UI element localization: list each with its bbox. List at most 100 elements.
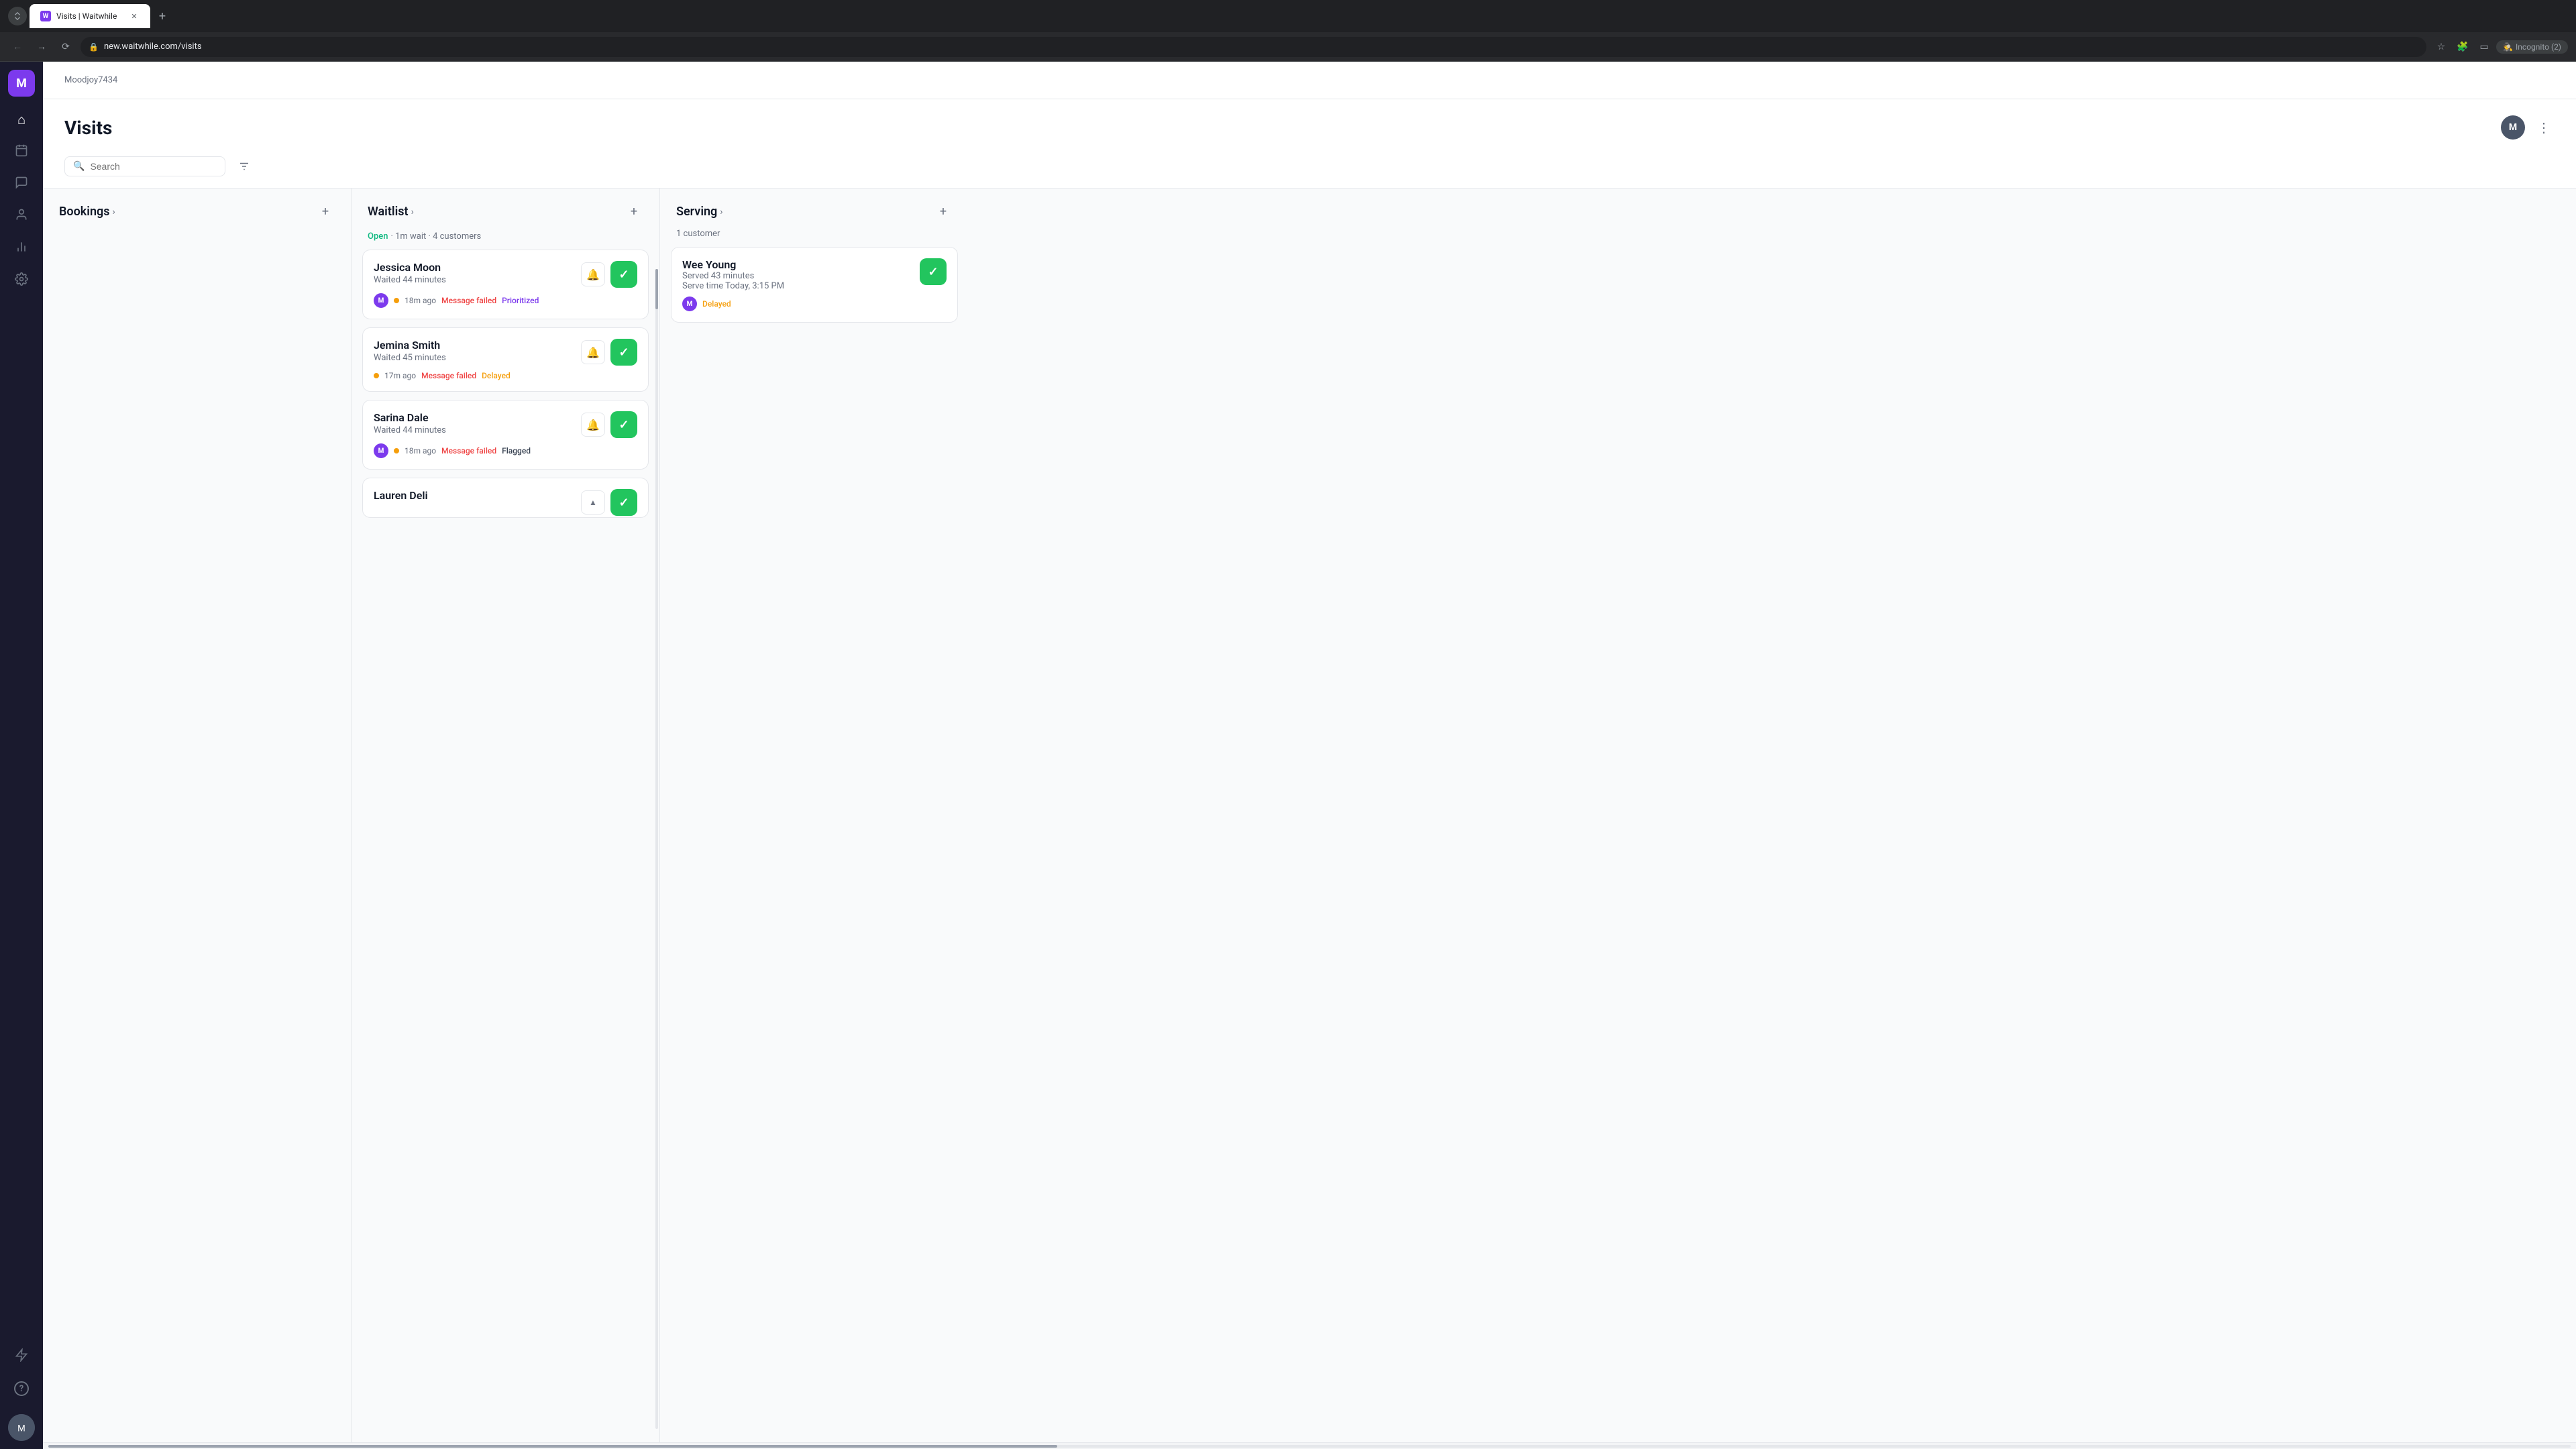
browser-actions: ☆ 🧩 ▭ 🕵 Incognito (2) [2432,38,2568,56]
serving-column-header: Serving › + [660,189,969,229]
url-display: new.waitwhile.com/visits [104,42,2418,52]
visit-waited: Waited 44 minutes [374,275,446,285]
meta-message-status-jessica: Message failed [441,296,496,305]
serving-column-title: Serving [676,205,717,219]
bookmark-button[interactable]: ☆ [2432,38,2451,56]
sidebar-item-lightning[interactable] [7,1342,36,1371]
address-bar-row: ← → ⟳ 🔒 new.waitwhile.com/visits ☆ 🧩 ▭ 🕵… [0,32,2576,62]
active-tab[interactable]: W Visits | Waitwhile ✕ [30,4,150,28]
check-button-jessica[interactable]: ✓ [610,261,637,288]
delay-dot-jemina [374,373,379,378]
visit-meta-jessica: M 18m ago Message failed Prioritized [374,293,637,308]
header-more-button[interactable]: ⋮ [2533,117,2555,138]
tab-switcher[interactable] [8,7,27,25]
sidebar-item-settings[interactable] [7,266,36,295]
filter-button[interactable] [233,156,255,177]
bookings-column-title: Bookings [59,205,110,219]
visit-card-sarina-header: Sarina Dale Waited 44 minutes 🔔 ✓ [374,411,637,438]
visit-card-jemina-smith[interactable]: Jemina Smith Waited 45 minutes 🔔 ✓ 17m a… [362,327,649,392]
serving-name-wee: Wee Young [682,258,784,271]
search-input[interactable] [90,161,217,172]
sidebar-item-help[interactable]: ? [7,1374,36,1403]
serving-add-button[interactable]: + [934,202,953,221]
browser-tabs: W Visits | Waitwhile ✕ + [8,0,172,32]
incognito-label: Incognito (2) [2516,42,2561,52]
topbar: Moodjoy7434 [43,62,2576,99]
bell-button-jessica[interactable]: 🔔 [581,262,605,286]
waitlist-title-wrap[interactable]: Waitlist › [368,205,414,219]
bookings-column-header: Bookings › + [43,189,351,229]
sidebar-logo[interactable]: M [8,70,35,97]
search-wrap: 🔍 [64,156,225,176]
serving-meta-wee: M Delayed [682,297,947,311]
search-bar: 🔍 [43,150,2576,189]
chat-icon [15,176,28,193]
visit-actions-lauren: ▲ ✓ [581,489,637,516]
bookings-add-button[interactable]: + [316,202,335,221]
serving-status: 1 customer [660,229,969,247]
bell-button-sarina[interactable]: 🔔 [581,413,605,437]
bell-button-lauren[interactable]: ▲ [581,490,605,515]
main-content: Moodjoy7434 Visits M ⋮ 🔍 [43,62,2576,1449]
waitlist-column-content: Jessica Moon Waited 44 minutes 🔔 ✓ M [352,250,659,1442]
visit-actions: 🔔 ✓ [581,261,637,288]
delay-dot-sarina [394,448,399,453]
serving-actions-wee: ✓ [920,258,947,285]
address-bar[interactable]: 🔒 new.waitwhile.com/visits [80,37,2426,57]
incognito-icon: 🕵 [2503,42,2513,52]
sidebar-item-analytics[interactable] [7,233,36,263]
bell-button-jemina[interactable]: 🔔 [581,340,605,364]
bottom-scrollbar [43,1442,2576,1449]
tab-close-button[interactable]: ✕ [129,11,140,21]
visit-name: Jessica Moon [374,261,446,274]
delay-dot-jessica [394,298,399,303]
waitlist-status-details: · 1m wait · 4 customers [390,231,481,241]
waitlist-column-header: Waitlist › + [352,189,659,229]
visit-card-sarina-dale[interactable]: Sarina Dale Waited 44 minutes 🔔 ✓ M 1 [362,400,649,470]
back-button[interactable]: ← [8,38,27,56]
visit-meta-jemina: 17m ago Message failed Delayed [374,371,637,380]
check-button-sarina[interactable]: ✓ [610,411,637,438]
visit-name-lauren: Lauren Deli [374,489,428,502]
sidebar-item-home[interactable]: ⌂ [7,105,36,134]
check-button-jemina[interactable]: ✓ [610,339,637,366]
page-title: Visits [64,117,112,139]
visit-waited-jemina: Waited 45 minutes [374,353,446,363]
column-bookings: Bookings › + [43,189,352,1442]
header-user-avatar[interactable]: M [2501,115,2525,140]
new-tab-button[interactable]: + [153,7,172,25]
visit-card-lauren-deli[interactable]: Lauren Deli ▲ ✓ [362,478,649,518]
sidebar-avatar-img [8,1414,35,1441]
visit-info: Jessica Moon Waited 44 minutes [374,261,446,285]
incognito-badge[interactable]: 🕵 Incognito (2) [2496,40,2568,54]
scroll-thumb [655,269,658,309]
serving-card-wee-young[interactable]: Wee Young Served 43 minutes Serve time T… [671,247,958,323]
forward-button[interactable]: → [32,38,51,56]
check-button-lauren[interactable]: ✓ [610,489,637,516]
sidebar-item-calendar[interactable] [7,137,36,166]
meta-message-status-jemina: Message failed [421,371,476,380]
serving-customer-count: 1 customer [676,229,720,239]
reload-button[interactable]: ⟳ [56,38,75,56]
waitlist-add-button[interactable]: + [625,202,643,221]
extensions-button[interactable]: 🧩 [2453,38,2472,56]
calendar-icon [15,144,28,160]
split-view-button[interactable]: ▭ [2475,38,2493,56]
search-icon: 🔍 [73,161,85,172]
bookings-chevron-icon: › [113,207,115,217]
lock-icon: 🔒 [89,42,99,52]
header-actions: M ⋮ [2501,115,2555,140]
user-avatar-sidebar[interactable] [8,1414,35,1441]
visit-card-jessica-moon[interactable]: Jessica Moon Waited 44 minutes 🔔 ✓ M [362,250,649,319]
sidebar-item-users[interactable] [7,201,36,231]
meta-tag-jessica: Prioritized [502,296,539,305]
check-button-wee[interactable]: ✓ [920,258,947,285]
bookings-title-wrap[interactable]: Bookings › [59,205,115,219]
meta-avatar-sarina: M [374,443,388,458]
column-serving: Serving › + 1 customer Wee Young Serve [660,189,969,1442]
meta-tag-wee: Delayed [702,299,731,309]
visit-waited-sarina: Waited 44 minutes [374,425,446,435]
sidebar-item-chat[interactable] [7,169,36,199]
scrollbar-track [48,1445,2571,1448]
serving-title-wrap[interactable]: Serving › [676,205,723,219]
